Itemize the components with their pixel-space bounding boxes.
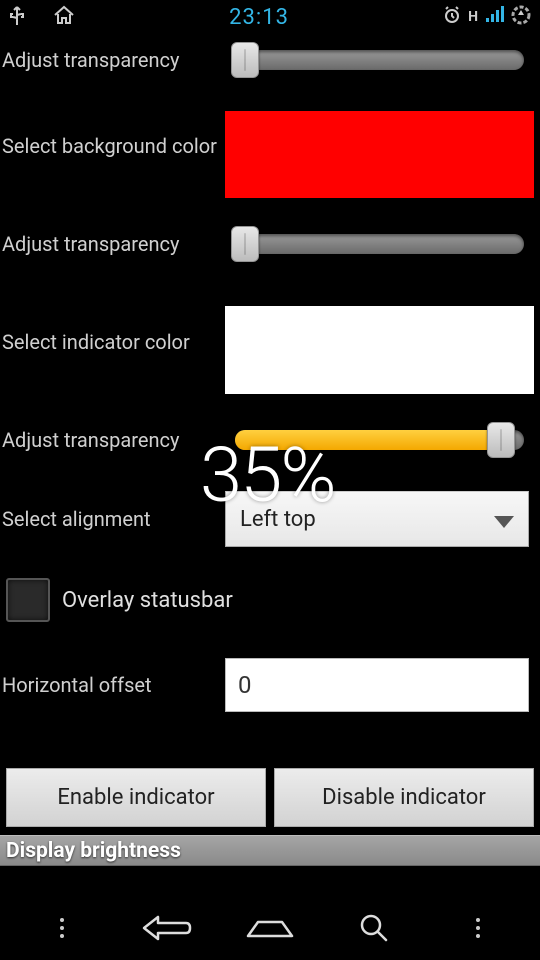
label-indicator-color: Select indicator color [0,330,225,355]
status-time: 23:13 [76,5,442,30]
alignment-dropdown[interactable]: Left top [225,491,529,547]
enable-button-label: Enable indicator [57,785,214,810]
row-alignment: Select alignment Left top [0,478,540,560]
disable-button-label: Disable indicator [322,785,486,810]
row-transparency-3: Adjust transparency [0,402,540,478]
row-horizontal-offset: Horizontal offset 0 [0,640,540,730]
home-icon [52,4,76,30]
slider-transparency-1[interactable] [225,44,534,76]
slider-transparency-2[interactable] [225,228,534,260]
row-indicator-color: Select indicator color [0,282,540,402]
label-horizontal-offset: Horizontal offset [0,673,225,698]
nav-home-icon[interactable] [240,914,300,942]
slider-transparency-3[interactable] [225,424,534,456]
nav-search-icon[interactable] [344,910,404,946]
usb-icon [8,4,26,30]
horizontal-offset-input[interactable]: 0 [225,658,529,712]
label-transparency-2: Adjust transparency [0,232,225,257]
enable-indicator-button[interactable]: Enable indicator [6,768,266,827]
overlay-statusbar-label: Overlay statusbar [62,588,233,613]
chevron-down-icon [494,516,514,528]
sync-icon [510,4,532,30]
settings-content: 35% Adjust transparency Select backgroun… [0,34,540,896]
row-overlay-statusbar: Overlay statusbar [0,560,540,640]
navigation-bar [0,896,540,960]
signal-icon [484,6,504,28]
nav-menu-right-icon[interactable] [448,916,508,940]
row-transparency-2: Adjust transparency [0,206,540,282]
alignment-dropdown-value: Left top [240,507,316,532]
bg-color-swatch[interactable] [225,111,534,198]
row-transparency-1: Adjust transparency [0,34,540,86]
label-transparency-1: Adjust transparency [0,48,225,73]
nav-back-icon[interactable] [136,913,196,943]
horizontal-offset-value: 0 [238,671,252,699]
label-alignment: Select alignment [0,507,225,532]
label-bg-color: Select background color [0,134,225,159]
indicator-color-swatch[interactable] [225,306,534,394]
network-type: H [468,9,478,25]
section-header-brightness: Display brightness [0,835,540,866]
nav-menu-left-icon[interactable] [32,916,92,940]
alarm-icon [442,5,462,29]
status-bar: 23:13 H [0,0,540,34]
button-row: Enable indicator Disable indicator [0,768,540,827]
row-bg-color: Select background color [0,86,540,206]
disable-indicator-button[interactable]: Disable indicator [274,768,534,827]
label-transparency-3: Adjust transparency [0,428,225,453]
overlay-statusbar-checkbox[interactable] [6,578,50,622]
